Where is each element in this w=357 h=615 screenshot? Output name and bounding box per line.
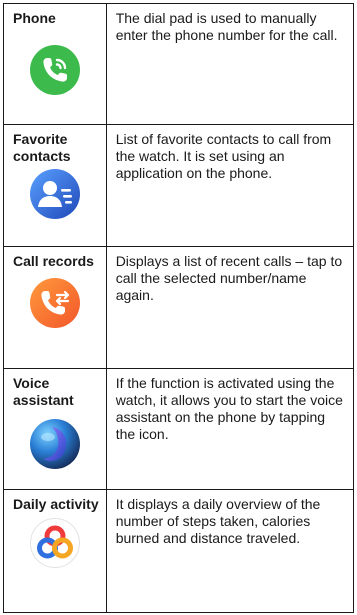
feature-name: Daily activity (13, 496, 99, 512)
feature-description-cell: List of favorite contacts to call from t… (105, 124, 355, 247)
feature-description: If the function is activated using the w… (115, 375, 343, 442)
feature-description: It displays a daily overview of the numb… (115, 496, 321, 546)
feature-name-cell: Daily activity (3, 489, 107, 613)
feature-name: Call records (13, 253, 94, 269)
favorite-contacts-icon (30, 169, 80, 219)
feature-description: List of favorite contacts to call from t… (115, 131, 332, 181)
table-row: Favorite contacts List of favorite conta… (3, 124, 355, 247)
feature-description-cell: It displays a daily overview of the numb… (105, 489, 355, 613)
feature-name: Phone (13, 10, 56, 26)
voice-assistant-icon (30, 419, 80, 469)
feature-name: Voice assistant (13, 375, 74, 408)
feature-table: Phone The dial pad is used to manually e… (3, 3, 355, 613)
feature-description-cell: The dial pad is used to manually enter t… (105, 3, 355, 125)
feature-description: Displays a list of recent calls – tap to… (115, 253, 343, 303)
table-row: Call records Displays a list of recent c… (3, 246, 355, 369)
feature-name-cell: Favorite contacts (3, 124, 107, 247)
phone-icon (30, 45, 80, 95)
feature-name-cell: Call records (3, 246, 107, 369)
feature-description: The dial pad is used to manually enter t… (115, 10, 338, 43)
table-row: Phone The dial pad is used to manually e… (3, 3, 355, 125)
daily-activity-icon (30, 518, 80, 568)
table-row: Daily activity It displays a daily overv… (3, 489, 355, 613)
feature-description-cell: If the function is activated using the w… (105, 368, 355, 490)
feature-table-page: Phone The dial pad is used to manually e… (0, 0, 357, 615)
feature-description-cell: Displays a list of recent calls – tap to… (105, 246, 355, 369)
feature-name-cell: Phone (3, 3, 107, 125)
table-row: Voice assistant If the function is activ… (3, 368, 355, 490)
feature-name-cell: Voice assistant (3, 368, 107, 490)
feature-name: Favorite contacts (13, 131, 71, 164)
call-records-icon (30, 278, 80, 328)
